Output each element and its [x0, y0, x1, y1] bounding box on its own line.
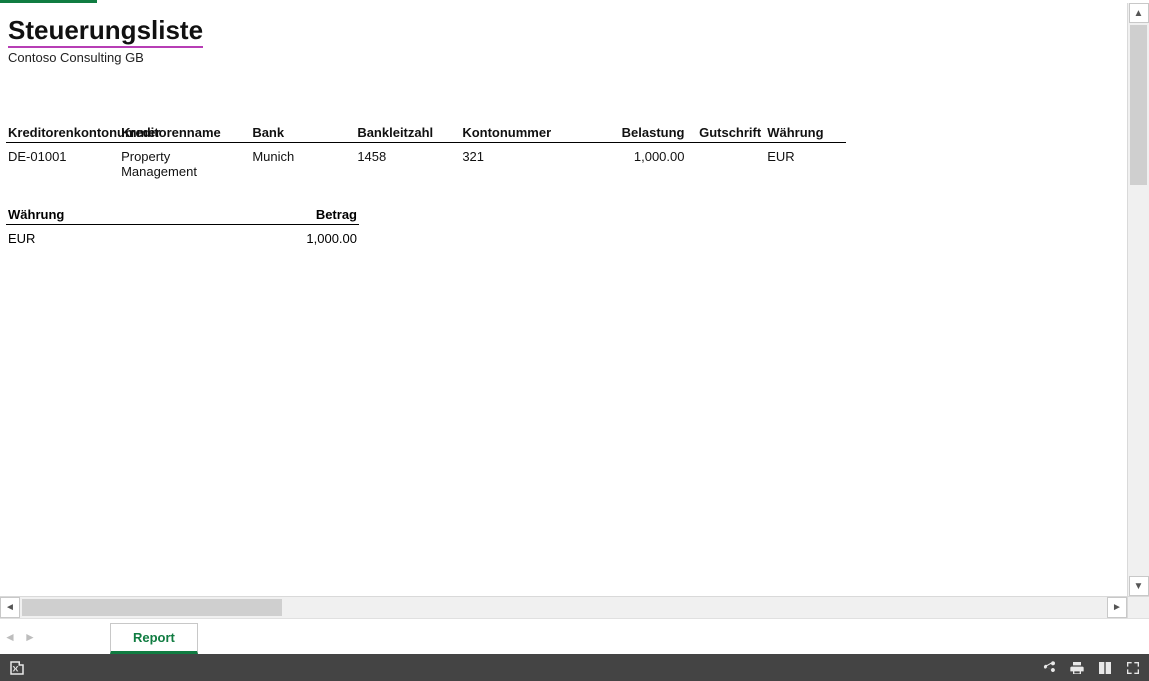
col-header-debit: Belastung	[583, 123, 688, 143]
cell-account-no: 321	[460, 143, 583, 184]
summary-header-currency: Währung	[6, 205, 191, 225]
excel-icon[interactable]	[8, 659, 26, 677]
col-header-vendor-no: Kreditorenkontonummer	[6, 123, 119, 143]
cell-bank: Munich	[250, 143, 355, 184]
cell-vendor-name: Property Management	[119, 143, 250, 184]
main-table: Kreditorenkontonummer Kreditorenname Ban…	[6, 123, 846, 183]
tab-nav-prev[interactable]: ◄	[0, 630, 20, 644]
status-bar	[0, 654, 1149, 681]
cell-currency: EUR	[765, 143, 846, 184]
table-row: DE-01001 Property Management Munich 1458…	[6, 143, 846, 184]
cell-debit: 1,000.00	[583, 143, 688, 184]
main-table-header-row: Kreditorenkontonummer Kreditorenname Ban…	[6, 123, 846, 143]
printer-icon[interactable]	[1069, 660, 1085, 676]
summary-header-amount: Betrag	[191, 205, 359, 225]
tab-nav-next[interactable]: ►	[20, 630, 40, 644]
sheet-tab-row: ◄ ► Report	[0, 618, 1149, 654]
scroll-right-button[interactable]: ►	[1107, 597, 1127, 618]
horizontal-scroll-track[interactable]	[20, 597, 1107, 618]
cell-bank-code: 1458	[355, 143, 460, 184]
horizontal-scroll-thumb[interactable]	[22, 599, 282, 616]
cell-credit	[688, 143, 765, 184]
scroll-left-button[interactable]: ◄	[0, 597, 20, 618]
vertical-scrollbar[interactable]: ▲ ▼	[1127, 3, 1149, 596]
col-header-credit: Gutschrift	[688, 123, 765, 143]
tab-report-label: Report	[133, 630, 175, 645]
col-header-currency: Währung	[765, 123, 846, 143]
page-layout-icon[interactable]	[1097, 660, 1113, 676]
horizontal-scrollbar[interactable]: ◄ ►	[0, 596, 1149, 618]
fullscreen-icon[interactable]	[1125, 660, 1141, 676]
scroll-up-button[interactable]: ▲	[1129, 3, 1149, 23]
col-header-vendor-name: Kreditorenname	[119, 123, 250, 143]
summary-row: EUR 1,000.00	[6, 225, 359, 251]
company-name: Contoso Consulting GB	[0, 48, 1127, 65]
tab-report[interactable]: Report	[110, 623, 198, 654]
col-header-bank: Bank	[250, 123, 355, 143]
report-title: Steuerungsliste	[8, 15, 203, 48]
share-icon[interactable]	[1041, 660, 1057, 676]
col-header-bank-code: Bankleitzahl	[355, 123, 460, 143]
summary-cell-currency: EUR	[6, 225, 191, 251]
vertical-scroll-thumb[interactable]	[1130, 25, 1147, 185]
summary-cell-amount: 1,000.00	[191, 225, 359, 251]
scroll-corner	[1127, 597, 1149, 618]
scroll-down-button[interactable]: ▼	[1129, 576, 1149, 596]
col-header-account-no: Kontonummer	[460, 123, 583, 143]
title-wrap: Steuerungsliste	[0, 3, 1127, 48]
cell-vendor-no: DE-01001	[6, 143, 119, 184]
summary-header-row: Währung Betrag	[6, 205, 359, 225]
summary-table: Währung Betrag EUR 1,000.00	[6, 205, 359, 250]
report-viewport: Steuerungsliste Contoso Consulting GB Kr…	[0, 3, 1127, 596]
